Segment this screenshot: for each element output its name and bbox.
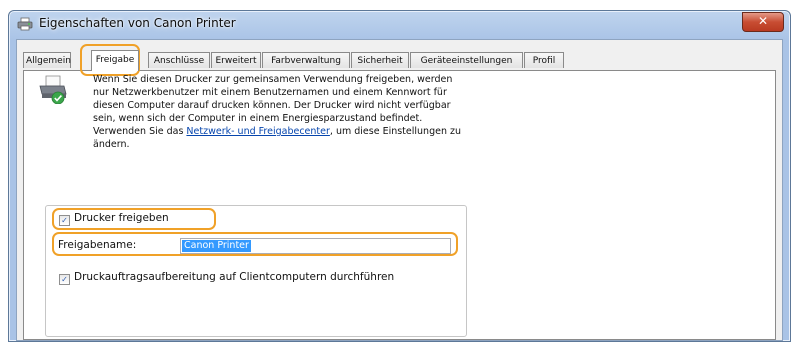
printer-icon [17,17,33,31]
close-icon: ✕ [757,14,769,28]
client-render-checkbox[interactable]: ✓ [59,274,70,285]
sharing-description: Wenn Sie diesen Drucker zur gemeinsamen … [93,73,463,151]
client-render-label[interactable]: Druckauftragsaufbereitung auf Clientcomp… [74,271,394,283]
tab-sicherheit[interactable]: Sicherheit [351,52,409,68]
shared-printer-icon [39,75,67,104]
tab-profil[interactable]: Profil [524,52,564,68]
checkmark-icon: ✓ [61,275,68,284]
network-sharing-center-link[interactable]: Netzwerk- und Freigabecenter [186,126,329,137]
tab-farbverwaltung[interactable]: Farbverwaltung [262,52,350,68]
share-checkbox-highlight [52,208,216,230]
close-button[interactable]: ✕ [742,12,784,32]
tab-freigabe[interactable]: Freigabe [91,50,139,71]
tab-erweitert[interactable]: Erweitert [211,52,261,68]
tab-anschluesse[interactable]: Anschlüsse [148,52,210,68]
share-name-highlight [52,232,458,256]
titlebar: Eigenschaften von Canon Printer ✕ [9,11,790,37]
tab-geraeteeinstellungen[interactable]: Geräteeinstellungen [410,52,523,68]
tab-allgemein[interactable]: Allgemein [23,52,71,68]
window-title: Eigenschaften von Canon Printer [39,16,236,30]
page-heading-strip [0,0,795,8]
